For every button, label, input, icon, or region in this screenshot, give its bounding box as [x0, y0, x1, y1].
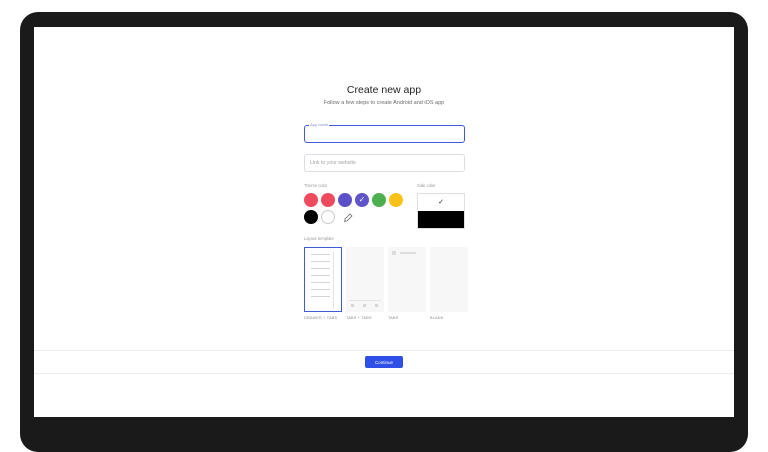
theme-swatch-red[interactable] [304, 193, 318, 207]
tab-bar-line [349, 300, 381, 301]
app-name-input[interactable] [305, 126, 464, 142]
tab-icon [375, 304, 378, 307]
drawer-menu-line [311, 268, 330, 269]
check-icon: ✓ [438, 199, 444, 206]
theme-swatch-crimson[interactable] [321, 193, 335, 207]
theme-swatch-green[interactable] [372, 193, 386, 207]
tab-icon [363, 304, 366, 307]
side-color-bottom [418, 211, 464, 228]
side-color-label: Side color [417, 183, 436, 188]
side-color-picker[interactable]: ✓ [417, 193, 465, 229]
eyedropper-icon[interactable] [343, 213, 353, 223]
drawer-menu-line [311, 289, 330, 290]
drawer-menu-line [311, 296, 330, 297]
footer-divider-bottom [34, 373, 734, 374]
continue-button[interactable]: Continue [365, 356, 403, 368]
layout-card-blank[interactable] [430, 247, 468, 312]
theme-swatch-black[interactable] [304, 210, 318, 224]
tab-icon [351, 304, 354, 307]
drawer-menu-line [311, 254, 330, 255]
website-field[interactable] [304, 154, 465, 172]
footer-divider-top [34, 350, 734, 351]
page-title: Create new app [346, 84, 422, 96]
drawer-menu-line [311, 275, 330, 276]
layout-card-drawer-tabs[interactable] [304, 247, 342, 312]
theme-swatch-violet[interactable] [355, 193, 369, 207]
laptop-base [20, 418, 748, 432]
app-screen: Create new app Follow a few steps to cre… [34, 27, 734, 417]
layout-card-tabs-tabs[interactable] [346, 247, 384, 312]
theme-swatch-amber[interactable] [389, 193, 403, 207]
layout-caption-tabs: TABS [388, 316, 399, 320]
theme-swatch-indigo[interactable] [338, 193, 352, 207]
drawer-menu-line [311, 261, 330, 262]
top-bar-icon [392, 251, 396, 255]
drawer-menu-line [311, 282, 330, 283]
layout-caption-tabs-tabs: TABS + TABS [346, 316, 372, 320]
page-subtitle: Follow a few steps to create Android and… [323, 100, 445, 106]
app-name-field[interactable]: App name [304, 123, 465, 143]
drawer-divider [333, 252, 334, 308]
layout-template-label: Layout template [304, 236, 334, 241]
theme-swatch-white[interactable] [321, 210, 335, 224]
layout-caption-drawer-tabs: DRAWER + TABS [304, 316, 338, 320]
layout-caption-blank: BLANK [430, 316, 444, 320]
top-bar-title [400, 252, 416, 254]
theme-color-label: Theme color [304, 183, 328, 188]
layout-card-tabs[interactable] [388, 247, 426, 312]
website-input[interactable] [305, 155, 464, 171]
